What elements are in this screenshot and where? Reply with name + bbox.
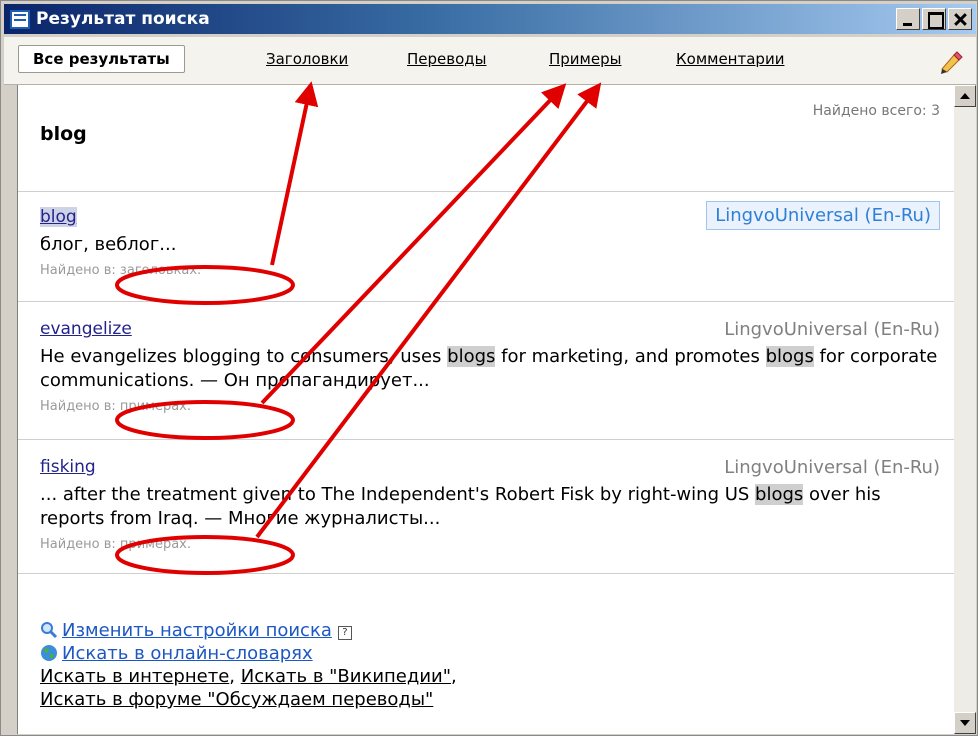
result-title[interactable]: evangelize: [40, 319, 132, 339]
result-title[interactable]: blog: [40, 207, 77, 227]
result-item: blog LingvoUniversal (En-Ru) блог, вебло…: [40, 201, 940, 278]
separator: ,: [229, 666, 235, 687]
divider: [18, 439, 955, 440]
dictionary-name: LingvoUniversal (En-Ru): [724, 457, 940, 478]
tab-examples[interactable]: Примеры: [549, 50, 621, 68]
result-text: ... after the treatment given to The Ind…: [40, 483, 940, 531]
search-wiki-link[interactable]: Искать в "Википедии": [241, 666, 451, 687]
tab-all-results[interactable]: Все результаты: [18, 45, 185, 73]
result-title[interactable]: fisking: [40, 457, 96, 477]
dictionary-name[interactable]: LingvoUniversal (En-Ru): [706, 201, 940, 230]
text-part: He evangelizes blogging to consumers, us…: [40, 346, 448, 367]
result-text: He evangelizes blogging to consumers, us…: [40, 345, 940, 393]
minimize-icon[interactable]: [896, 8, 920, 30]
close-icon[interactable]: [948, 8, 972, 30]
search-forum-link[interactable]: Искать в форуме "Обсуждаем переводы": [40, 689, 433, 710]
divider: [18, 573, 955, 574]
search-links: Изменить настройки поиска? Искать в онла…: [40, 619, 457, 711]
search-result-window: Результат поиска Все результаты Заголовк…: [0, 0, 978, 736]
found-in: Найдено в: заголовках.: [40, 263, 202, 278]
scroll-up-icon[interactable]: [954, 85, 976, 107]
search-internet-link[interactable]: Искать в интернете: [40, 666, 229, 687]
search-online-link[interactable]: Искать в онлайн-словарях: [62, 643, 313, 664]
scroll-down-icon[interactable]: [954, 712, 976, 734]
tab-translations[interactable]: Переводы: [407, 50, 487, 68]
text-part: ... after the treatment given to The Ind…: [40, 484, 756, 505]
help-icon[interactable]: ?: [337, 626, 352, 640]
search-query: blog: [40, 123, 87, 145]
tab-bar: Все результаты Заголовки Переводы Пример…: [4, 37, 976, 85]
maximize-icon[interactable]: [922, 8, 946, 30]
title-bar[interactable]: Результат поиска: [4, 4, 976, 34]
dictionary-name: LingvoUniversal (En-Ru): [724, 319, 940, 340]
result-text: блог, веблог...: [40, 234, 177, 255]
highlight: blogs: [755, 484, 804, 505]
found-in: Найдено в: примерах.: [40, 399, 191, 414]
window-title: Результат поиска: [36, 9, 210, 29]
tab-comments[interactable]: Комментарии: [676, 50, 784, 68]
globe-icon: [41, 645, 57, 661]
result-item: evangelize LingvoUniversal (En-Ru) He ev…: [40, 319, 940, 414]
search-icon: [41, 622, 58, 639]
divider: [18, 191, 955, 192]
result-item: fisking LingvoUniversal (En-Ru) ... afte…: [40, 457, 940, 552]
divider: [18, 301, 955, 302]
found-total: Найдено всего: 3: [812, 103, 940, 119]
found-in: Найдено в: примерах.: [40, 537, 191, 552]
highlight: blogs: [447, 346, 496, 367]
results-pane[interactable]: Найдено всего: 3 blog blog LingvoUnivers…: [17, 85, 955, 734]
pen-icon[interactable]: [938, 49, 964, 75]
change-settings-link[interactable]: Изменить настройки поиска: [62, 620, 332, 641]
scrollbar[interactable]: [954, 85, 976, 734]
highlight: blogs: [765, 346, 814, 367]
app-icon: [10, 10, 30, 29]
tab-headings[interactable]: Заголовки: [266, 50, 348, 68]
text-part: for marketing, and promotes: [495, 346, 766, 367]
separator: ,: [451, 666, 457, 687]
